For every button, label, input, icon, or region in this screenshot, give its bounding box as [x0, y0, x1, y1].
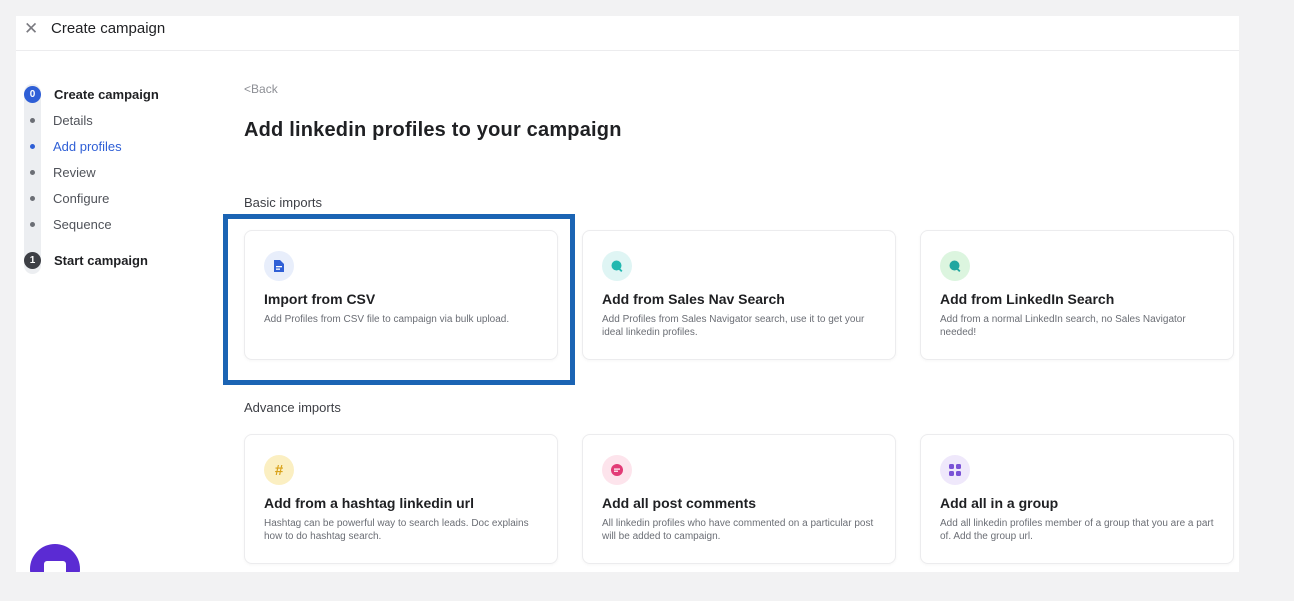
substep-label: Review [53, 164, 96, 180]
step-label: Create campaign [54, 86, 159, 102]
linkedin-search-card[interactable]: Add from LinkedIn Search Add from a norm… [920, 230, 1234, 360]
top-bar: ✕ Create campaign [16, 16, 1239, 51]
substep-configure[interactable]: Configure [24, 188, 244, 208]
substep-label: Add profiles [53, 138, 122, 154]
card-description: Hashtag can be powerful way to search le… [264, 518, 529, 542]
hashtag-icon: # [264, 455, 294, 485]
substep-label: Sequence [53, 216, 112, 232]
substep-label: Details [53, 112, 93, 128]
substep-dot [24, 190, 41, 207]
step-start-campaign[interactable]: 1 Start campaign [24, 250, 244, 270]
group-icon [940, 455, 970, 485]
chat-widget-button[interactable] [30, 544, 80, 572]
page-title: Add linkedin profiles to your campaign [244, 119, 622, 141]
window-title: Create campaign [51, 20, 166, 37]
substep-details[interactable]: Details [24, 110, 244, 130]
substep-dot [24, 112, 41, 129]
chat-icon [44, 561, 66, 572]
substep-dot [24, 216, 41, 233]
comment-icon [602, 455, 632, 485]
back-label: Back [251, 82, 278, 96]
step-label: Start campaign [54, 252, 148, 268]
chevron-left-icon: < [244, 82, 252, 96]
card-description: Add from a normal LinkedIn search, no Sa… [940, 314, 1186, 338]
search-icon [602, 251, 632, 281]
sales-nav-search-card[interactable]: Add from Sales Nav Search Add Profiles f… [582, 230, 896, 360]
step-number-badge: 0 [24, 85, 41, 103]
app-frame: ✕ Create campaign 0 Create campaign Deta… [16, 16, 1239, 572]
card-title: Add from a hashtag linkedin url [264, 495, 475, 511]
card-title: Add all post comments [602, 495, 757, 511]
selection-highlight [223, 214, 575, 385]
post-comments-card[interactable]: Add all post comments All linkedin profi… [582, 434, 896, 564]
card-title: Add from Sales Nav Search [602, 291, 785, 307]
substep-dot [24, 164, 41, 181]
substep-label: Configure [53, 190, 110, 206]
step-number-badge: 1 [24, 251, 41, 269]
search-icon [940, 251, 970, 281]
substep-review[interactable]: Review [24, 162, 244, 182]
substep-dot-active [24, 138, 41, 155]
substep-add-profiles[interactable]: Add profiles [24, 136, 244, 156]
step-create-campaign[interactable]: 0 Create campaign [24, 84, 244, 104]
close-icon[interactable]: ✕ [24, 19, 38, 39]
back-link[interactable]: <Back [244, 82, 278, 96]
card-title: Add all in a group [940, 495, 1059, 511]
card-title: Add from LinkedIn Search [940, 291, 1115, 307]
group-card[interactable]: Add all in a group Add all linkedin prof… [920, 434, 1234, 564]
substep-sequence[interactable]: Sequence [24, 214, 244, 234]
card-description: Add Profiles from Sales Navigator search… [602, 314, 865, 338]
card-description: All linkedin profiles who have commented… [602, 518, 874, 542]
hashtag-url-card[interactable]: # Add from a hashtag linkedin url Hashta… [244, 434, 558, 564]
card-description: Add all linkedin profiles member of a gr… [940, 518, 1214, 542]
basic-imports-label: Basic imports [244, 195, 323, 210]
advance-imports-label: Advance imports [244, 400, 341, 415]
